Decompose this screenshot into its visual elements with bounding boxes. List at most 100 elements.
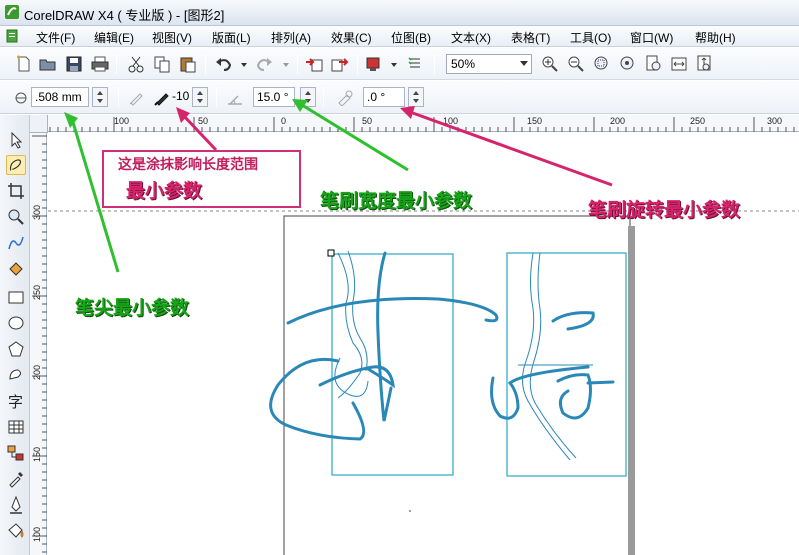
coreldraw-app-icon: [5, 5, 19, 19]
export-icon[interactable]: [330, 54, 350, 74]
text-tool-icon[interactable]: 字: [6, 391, 26, 411]
canvas-dot: [409, 510, 411, 512]
nib-size-spinner[interactable]: [92, 87, 108, 107]
standard-toolbar: 50%: [0, 48, 799, 80]
basic-shapes-tool-icon[interactable]: [6, 365, 26, 385]
new-document-icon[interactable]: [14, 54, 34, 74]
menu-tools[interactable]: 工具(O): [570, 29, 611, 46]
menu-help[interactable]: 帮助(H): [695, 29, 736, 46]
menu-arrange[interactable]: 排列(A): [271, 29, 311, 46]
redo-icon[interactable]: [254, 54, 274, 74]
brush-rotation-spinner[interactable]: [408, 87, 424, 107]
menu-file[interactable]: 文件(F): [36, 29, 75, 46]
ellipse-tool-icon[interactable]: [6, 313, 26, 333]
open-folder-icon[interactable]: [38, 54, 58, 74]
fill-tool-icon[interactable]: [6, 521, 26, 541]
application-launcher-icon[interactable]: [364, 54, 384, 74]
ruler-v-label: 150: [32, 446, 42, 462]
import-icon[interactable]: [304, 54, 324, 74]
smear-length-field[interactable]: -10: [172, 87, 190, 107]
menu-layout[interactable]: 版面(L): [212, 29, 251, 46]
ruler-h-label: 50: [362, 116, 373, 126]
copy-icon[interactable]: [152, 54, 172, 74]
nib-size-field[interactable]: .508 mm: [31, 87, 89, 107]
brush-width-annotation: 笔刷宽度最小参数: [320, 190, 473, 212]
ruler-h-label: 150: [527, 116, 543, 126]
save-icon[interactable]: [64, 54, 84, 74]
zoom-to-page-height-icon[interactable]: [694, 54, 714, 74]
rectangle-tool-icon[interactable]: [6, 287, 26, 307]
table-tool-icon[interactable]: [6, 417, 26, 437]
undo-dropdown-icon[interactable]: [234, 54, 254, 74]
zoom-to-all-objects-icon[interactable]: [618, 54, 638, 74]
nib-size-icon: [15, 92, 27, 104]
ruler-h-label: 0: [281, 116, 287, 126]
nib-size-annotation: 笔尖最小参数: [75, 297, 190, 319]
crop-tool-icon[interactable]: [6, 181, 26, 201]
document-icon[interactable]: [5, 29, 19, 43]
smear-note-line2: 最小参数: [126, 180, 203, 202]
menu-text[interactable]: 文本(X): [451, 29, 491, 46]
tilt-angle-icon: [228, 95, 242, 105]
freehand-smear-tool-icon[interactable]: [6, 155, 26, 175]
toolbox: 字: [0, 115, 30, 555]
eyedropper-tool-icon[interactable]: [6, 469, 26, 489]
smear-note-box: 这是涂抹影响长度范围 最小参数: [102, 150, 301, 208]
ruler-h-label: 100: [114, 116, 130, 126]
menu-effects[interactable]: 效果(C): [331, 29, 372, 46]
ruler-v-label: 200: [32, 364, 42, 380]
zoom-to-page-width-icon[interactable]: [670, 54, 690, 74]
title-bar: CorelDRAW X4 ( 专业版 ) - [图形2]: [0, 0, 799, 26]
undo-icon[interactable]: [214, 54, 234, 74]
connector-tool-icon[interactable]: [6, 443, 26, 463]
zoom-level-value: 50%: [451, 57, 476, 71]
page-border: [283, 215, 631, 555]
brush-width-spinner[interactable]: [300, 87, 316, 107]
vertical-ruler[interactable]: 300 250 200 150 100: [30, 132, 47, 555]
menu-bitmaps[interactable]: 位图(B): [391, 29, 431, 46]
launcher-dropdown-icon[interactable]: [384, 54, 404, 74]
zoom-in-icon[interactable]: [540, 54, 560, 74]
brush-rotation-value: .0 °: [367, 90, 386, 104]
menu-view[interactable]: 视图(V): [152, 29, 192, 46]
selection-handle: [327, 249, 335, 257]
chevron-down-icon: [520, 61, 528, 66]
menu-edit[interactable]: 编辑(E): [94, 29, 134, 46]
zoom-out-icon[interactable]: [566, 54, 586, 74]
smear-length-value: -10: [172, 89, 190, 103]
ruler-origin[interactable]: [30, 115, 48, 133]
zoom-tool-icon[interactable]: [6, 207, 26, 227]
zoom-to-page-icon[interactable]: [644, 54, 664, 74]
ruler-v-label: 300: [32, 204, 42, 220]
print-icon[interactable]: [90, 54, 110, 74]
menu-bar: 文件(F) 编辑(E) 视图(V) 版面(L) 排列(A) 效果(C) 位图(B…: [0, 26, 799, 47]
redo-dropdown-icon[interactable]: [276, 54, 296, 74]
page-shadow: [628, 226, 635, 555]
pressure-pen-icon[interactable]: [128, 90, 144, 106]
ruler-v-label: 100: [32, 526, 42, 542]
welcome-screen-icon[interactable]: [406, 54, 426, 74]
polygon-tool-icon[interactable]: [6, 339, 26, 359]
property-bar: .508 mm -10 15.0 ° .0 °: [0, 81, 799, 114]
smear-note-line1: 这是涂抹影响长度范围: [118, 157, 258, 173]
curve-tool-icon[interactable]: [6, 233, 26, 253]
brush-width-field[interactable]: 15.0 °: [253, 87, 295, 107]
brush-rotation-field[interactable]: .0 °: [363, 87, 405, 107]
zoom-to-selected-icon[interactable]: [592, 54, 612, 74]
zoom-level-dropdown[interactable]: 50%: [446, 54, 532, 74]
nib-size-value: .508 mm: [35, 90, 82, 104]
smart-fill-tool-icon[interactable]: [6, 259, 26, 279]
outline-tool-icon[interactable]: [6, 495, 26, 515]
pick-tool-icon[interactable]: [6, 130, 26, 150]
horizontal-ruler[interactable]: 100 50 0 50 100 150 200 250 300: [30, 115, 799, 132]
ruler-v-label: 250: [32, 284, 42, 300]
ruler-h-label: 250: [690, 116, 706, 126]
menu-table[interactable]: 表格(T): [511, 29, 550, 46]
cut-icon[interactable]: [126, 54, 146, 74]
ruler-h-label: 100: [443, 116, 459, 126]
window-title: CorelDRAW X4 ( 专业版 ) - [图形2]: [24, 8, 225, 23]
bearing-angle-icon: [338, 90, 353, 106]
menu-window[interactable]: 窗口(W): [630, 29, 673, 46]
smear-length-spinner[interactable]: [192, 87, 208, 107]
paste-icon[interactable]: [178, 54, 198, 74]
